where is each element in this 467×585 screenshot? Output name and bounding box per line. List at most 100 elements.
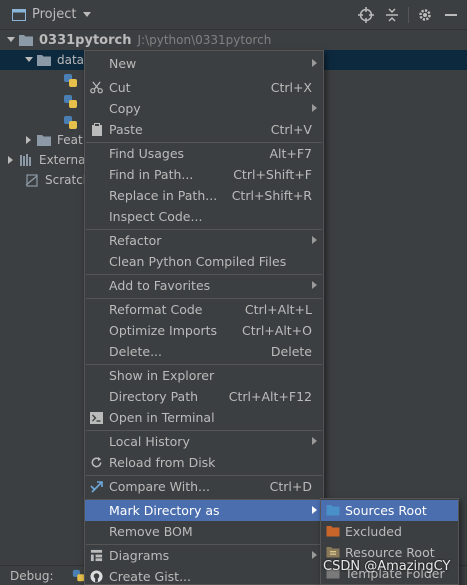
project-window-icon [12, 8, 26, 21]
menu-item-add-to-favorites[interactable]: Add to Favorites [85, 275, 323, 296]
python-file-icon [64, 74, 77, 87]
menu-item-label: Compare With... [109, 479, 210, 494]
menu-item-shortcut: Ctrl+D [269, 479, 312, 494]
menu-item-local-history[interactable]: Local History [85, 431, 323, 452]
menu-item-shortcut: Ctrl+Shift+R [231, 188, 312, 203]
hide-icon[interactable] [441, 5, 461, 25]
menu-item-label: Reload from Disk [109, 455, 216, 470]
menu-item-paste[interactable]: Paste Ctrl+V [85, 119, 323, 140]
compare-icon [89, 479, 104, 494]
python-file-icon [64, 116, 77, 129]
menu-item-delete[interactable]: Delete... Delete [85, 341, 323, 362]
menu-item-label: Show in Explorer [109, 368, 215, 383]
menu-item-shortcut: Ctrl+V [270, 122, 312, 137]
menu-item-label: Copy [109, 101, 141, 116]
sources-root-folder-icon [326, 505, 340, 516]
submenu-item-label: Resource Root [345, 545, 435, 560]
menu-item-shortcut: Delete [270, 344, 312, 359]
menu-item-shortcut: Ctrl+X [270, 80, 312, 95]
menu-item-open-in-terminal[interactable]: Open in Terminal [85, 407, 323, 428]
menu-item-label: Diagrams [109, 548, 170, 563]
submenu-arrow-icon [312, 236, 317, 244]
menu-item-label: Find Usages [109, 146, 185, 161]
menu-item-label: Replace in Path... [109, 188, 218, 203]
excluded-folder-icon [326, 526, 340, 537]
tree-row-project-root[interactable]: 0331pytorch J:\python\0331pytorch [0, 30, 467, 50]
menu-item-shortcut: Ctrl+Shift+F [233, 167, 312, 182]
menu-item-diagrams[interactable]: Diagrams [85, 545, 323, 566]
menu-item-reformat-code[interactable]: Reformat Code Ctrl+Alt+L [85, 299, 323, 320]
menu-item-inspect-code[interactable]: Inspect Code... [85, 206, 323, 227]
menu-item-label: Paste [109, 122, 143, 137]
expand-arrow-icon[interactable] [4, 33, 18, 47]
menu-item-copy[interactable]: Copy [85, 98, 323, 119]
menu-item-label: Optimize Imports [109, 323, 218, 338]
scissors-icon [89, 80, 104, 95]
menu-item-directory-path[interactable]: Directory Path Ctrl+Alt+F12 [85, 386, 323, 407]
menu-item-reload-from-disk[interactable]: Reload from Disk [85, 452, 323, 473]
scratches-icon [25, 174, 38, 187]
submenu-arrow-icon [312, 506, 317, 514]
project-view-title: Project [32, 7, 77, 22]
menu-item-label: Directory Path [109, 389, 199, 404]
menu-item-label: Remove BOM [109, 524, 193, 539]
menu-item-find-usages[interactable]: Find Usages Alt+F7 [85, 143, 323, 164]
diagram-icon [89, 548, 104, 563]
collapse-all-icon[interactable] [382, 5, 402, 25]
menu-item-label: Mark Directory as [109, 503, 220, 518]
menu-item-label: Find in Path... [109, 167, 194, 182]
menu-item-label: Open in Terminal [109, 410, 215, 425]
submenu-item-sources-root[interactable]: Sources Root [321, 500, 458, 521]
clipboard-icon [89, 122, 104, 137]
locate-icon[interactable] [356, 5, 376, 25]
menu-item-shortcut: Ctrl+Alt+F12 [228, 389, 312, 404]
debug-tab-label[interactable]: Debug: [10, 569, 54, 583]
submenu-item-label: Excluded [345, 524, 402, 539]
python-file-icon [64, 95, 77, 108]
folder-icon [37, 135, 51, 146]
menu-item-find-in-path[interactable]: Find in Path... Ctrl+Shift+F [85, 164, 323, 185]
project-toolbar: Project [0, 0, 467, 30]
project-path: J:\python\0331pytorch [137, 33, 272, 47]
menu-item-create-gist[interactable]: Create Gist... [85, 566, 323, 585]
menu-item-optimize-imports[interactable]: Optimize Imports Ctrl+Alt+O [85, 320, 323, 341]
submenu-arrow-icon [312, 104, 317, 112]
menu-item-shortcut: Alt+F7 [269, 146, 312, 161]
watermark-text: CSDN @AmazingCY [323, 559, 451, 574]
terminal-icon [89, 410, 104, 425]
menu-item-compare-with[interactable]: Compare With... Ctrl+D [85, 476, 323, 497]
submenu-item-label: Sources Root [345, 503, 427, 518]
folder-icon [19, 35, 33, 46]
menu-item-label: Refactor [109, 233, 162, 248]
menu-item-label: Reformat Code [109, 302, 203, 317]
expand-arrow-icon[interactable] [4, 153, 18, 167]
tree-item-label: Externa [39, 153, 86, 167]
menu-item-show-in-explorer[interactable]: Show in Explorer [85, 365, 323, 386]
menu-item-label: Create Gist... [109, 569, 192, 584]
menu-item-new[interactable]: New [85, 53, 323, 74]
menu-item-mark-directory-as[interactable]: Mark Directory as [85, 500, 323, 521]
menu-item-label: Add to Favorites [109, 278, 211, 293]
menu-item-cut[interactable]: Cut Ctrl+X [85, 77, 323, 98]
menu-item-label: Local History [109, 434, 190, 449]
resource-root-folder-icon [326, 547, 340, 558]
project-view-selector[interactable]: Project [12, 7, 92, 22]
menu-item-shortcut: Ctrl+Alt+L [244, 302, 312, 317]
expand-arrow-icon[interactable] [22, 133, 36, 147]
github-icon [89, 569, 104, 584]
gear-icon[interactable] [415, 5, 435, 25]
refresh-icon [89, 455, 104, 470]
tree-item-label: Feat [57, 133, 83, 147]
menu-item-label: Inspect Code... [109, 209, 203, 224]
menu-item-replace-in-path[interactable]: Replace in Path... Ctrl+Shift+R [85, 185, 323, 206]
project-name: 0331pytorch [39, 32, 132, 48]
chevron-down-icon [83, 11, 92, 17]
submenu-arrow-icon [312, 281, 317, 289]
menu-item-label: New [109, 56, 137, 71]
menu-item-refactor[interactable]: Refactor [85, 230, 323, 251]
submenu-item-excluded[interactable]: Excluded [321, 521, 458, 542]
menu-item-clean-python-compiled[interactable]: Clean Python Compiled Files [85, 251, 323, 272]
menu-item-remove-bom[interactable]: Remove BOM [85, 521, 323, 542]
expand-arrow-icon[interactable] [22, 53, 36, 67]
submenu-arrow-icon [312, 551, 317, 559]
